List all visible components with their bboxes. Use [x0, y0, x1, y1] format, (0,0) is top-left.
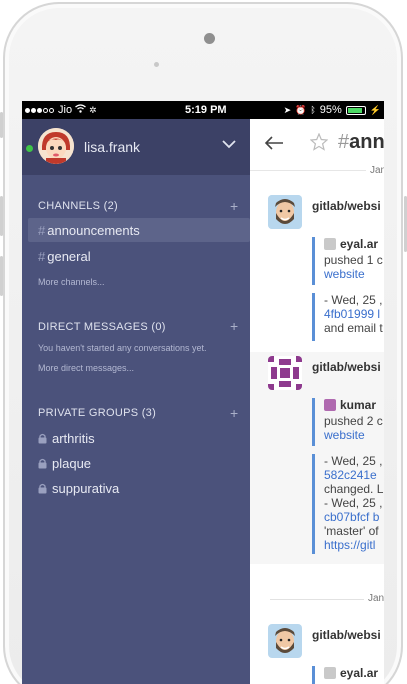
sidebar: lisa.frank CHANNELS (2) + # announcement…	[22, 119, 250, 684]
lock-icon	[38, 483, 47, 494]
commit-hash-link[interactable]: 582c241e	[324, 468, 384, 482]
commit-message: 'master' of	[324, 524, 379, 538]
channel-label: general	[47, 249, 91, 264]
username: lisa.frank	[84, 139, 141, 155]
message-item: gitlab/websi kumar pushed 2 c website - …	[250, 352, 384, 564]
channels-section-title: CHANNELS (2)	[38, 200, 119, 212]
add-private-group-icon[interactable]: +	[230, 406, 238, 420]
silent-switch	[0, 112, 3, 138]
lock-icon	[38, 433, 47, 444]
commit-detail: - Wed, 25 , 4fb01999 l and email t	[312, 293, 384, 341]
battery-icon	[345, 105, 366, 115]
channel-title: #ann	[338, 131, 384, 154]
channel-item-announcements[interactable]: # announcements	[38, 223, 140, 238]
channel-header: #ann	[250, 119, 384, 171]
star-icon[interactable]	[309, 132, 329, 156]
avatar[interactable]	[38, 128, 74, 164]
wifi-icon	[75, 104, 86, 116]
group-item-arthritis[interactable]: arthritis	[38, 431, 95, 446]
user-avatar-icon	[324, 238, 336, 250]
date-label: Jan	[366, 165, 384, 176]
message-attachment: kumar pushed 2 c website	[312, 398, 384, 446]
main-panel: #ann Jan gitlab/websi eyal.ar pushed 1 c…	[250, 119, 384, 684]
message-author[interactable]: gitlab/websi	[312, 360, 381, 374]
channel-item-general[interactable]: # general	[38, 249, 91, 264]
commit-message: and email t	[324, 321, 383, 335]
user-avatar-icon	[324, 399, 336, 411]
commit-detail: - Wed, 25 , 582c241e changed. L - Wed, 2…	[312, 454, 384, 554]
group-item-suppurativa[interactable]: suppurativa	[38, 481, 119, 496]
add-direct-message-icon[interactable]: +	[230, 319, 238, 333]
attachment-user[interactable]: eyal.ar	[340, 237, 378, 251]
commit-url-link[interactable]: https://gitl	[324, 538, 384, 552]
status-bar: Jio ✲ 5:19 PM ➤ ⏰ ᛒ 95% ⚡	[22, 101, 384, 119]
no-conversations-text: You haven't started any conversations ye…	[38, 343, 207, 353]
volume-down-button	[0, 256, 3, 296]
volume-up-button	[0, 196, 3, 236]
gitlab-avatar	[268, 624, 302, 658]
lock-icon	[38, 458, 47, 469]
battery-percent: 95%	[319, 104, 342, 116]
gitlab-avatar	[268, 195, 302, 229]
date-label: Jan	[364, 593, 384, 604]
message-author[interactable]: gitlab/websi	[312, 199, 381, 213]
attachment-user[interactable]: eyal.ar	[340, 666, 378, 680]
message-attachment: eyal.ar	[312, 666, 384, 684]
attachment-link[interactable]: website	[324, 428, 384, 442]
channel-label: announcements	[47, 223, 140, 238]
commit-hash-link[interactable]: 4fb01999 l	[324, 307, 384, 321]
more-channels-link[interactable]: More channels...	[38, 277, 105, 287]
attachment-text: pushed 2 c	[324, 414, 383, 428]
attachment-user[interactable]: kumar	[340, 398, 376, 412]
hash-icon: #	[38, 249, 46, 264]
group-item-plaque[interactable]: plaque	[38, 456, 91, 471]
channel-title-text: ann	[349, 131, 384, 153]
group-label: arthritis	[52, 431, 95, 446]
message-attachment: eyal.ar pushed 1 c website	[312, 237, 384, 285]
message-item: gitlab/websi eyal.ar	[250, 614, 384, 684]
status-time: 5:19 PM	[185, 104, 227, 116]
sensor	[154, 62, 159, 67]
attachment-link[interactable]: website	[324, 267, 384, 281]
back-arrow-icon[interactable]	[264, 135, 284, 156]
commit-date: - Wed, 25 ,	[324, 293, 383, 307]
front-camera	[204, 33, 215, 44]
commit-hash-link[interactable]: cb07bfcf b	[324, 510, 384, 524]
charging-icon: ⚡	[369, 104, 381, 115]
attachment-text: pushed 1 c	[324, 253, 383, 267]
identicon-avatar	[268, 356, 302, 390]
group-label: plaque	[52, 456, 92, 471]
add-channel-icon[interactable]: +	[230, 199, 238, 213]
message-item: gitlab/websi eyal.ar pushed 1 c website …	[250, 179, 384, 349]
commit-date: - Wed, 25 ,	[324, 496, 383, 510]
commit-message: changed. L	[324, 482, 384, 496]
bluetooth-icon: ᛒ	[310, 105, 316, 115]
group-label: suppurativa	[52, 481, 120, 496]
direct-messages-section-title: DIRECT MESSAGES (0)	[38, 321, 166, 333]
carrier-label: Jio	[58, 104, 73, 116]
signal-icon	[25, 104, 55, 116]
user-header[interactable]: lisa.frank	[22, 119, 250, 175]
location-icon: ➤	[283, 104, 292, 115]
user-avatar-icon	[324, 667, 336, 679]
more-direct-messages-link[interactable]: More direct messages...	[38, 363, 134, 373]
hash-icon: #	[338, 131, 350, 153]
hash-icon: #	[38, 223, 46, 238]
message-author[interactable]: gitlab/websi	[312, 628, 381, 642]
activity-icon: ✲	[89, 104, 97, 115]
private-groups-section-title: PRIVATE GROUPS (3)	[38, 407, 157, 419]
screen: Jio ✲ 5:19 PM ➤ ⏰ ᛒ 95% ⚡ lisa.frank CHA…	[22, 101, 384, 684]
chevron-down-icon[interactable]	[222, 136, 236, 154]
online-status-dot	[26, 145, 33, 152]
alarm-icon: ⏰	[295, 104, 307, 115]
commit-date: - Wed, 25 ,	[324, 454, 383, 468]
